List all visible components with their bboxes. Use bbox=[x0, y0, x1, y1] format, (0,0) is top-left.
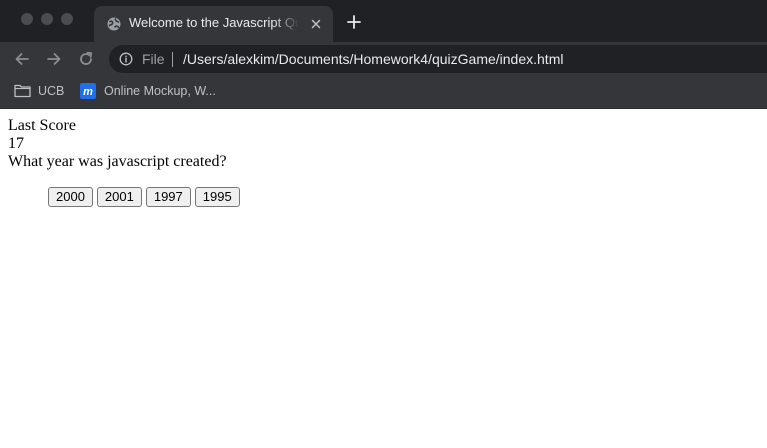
globe-icon bbox=[107, 17, 121, 31]
answer-button-2001[interactable]: 2001 bbox=[96, 187, 142, 207]
folder-icon bbox=[14, 84, 31, 98]
active-tab[interactable]: Welcome to the Javascript Quiz bbox=[94, 6, 333, 42]
new-tab-icon[interactable] bbox=[346, 14, 362, 30]
moqups-icon: m bbox=[80, 83, 96, 99]
browser-window: Welcome to the Javascript Quiz File /Use… bbox=[0, 0, 767, 448]
bookmark-label: Online Mockup, W... bbox=[104, 84, 216, 98]
answer-choices: 2000 2001 1997 1995 bbox=[48, 187, 240, 207]
close-window-button[interactable] bbox=[21, 13, 33, 25]
scheme-label: File bbox=[142, 51, 165, 67]
bookmark-ucb[interactable]: UCB bbox=[14, 82, 66, 100]
answer-button-2000[interactable]: 2000 bbox=[48, 187, 93, 207]
answer-button-1995[interactable]: 1995 bbox=[194, 187, 240, 207]
address-bar[interactable]: File /Users/alexkim/Documents/Homework4/… bbox=[109, 45, 767, 73]
reload-icon[interactable] bbox=[77, 50, 95, 68]
tab-title: Welcome to the Javascript Quiz bbox=[129, 15, 299, 30]
minimize-window-button[interactable] bbox=[41, 13, 53, 25]
forward-arrow-icon[interactable] bbox=[45, 50, 63, 68]
tab-strip: Welcome to the Javascript Quiz bbox=[0, 0, 767, 42]
page-content: Last Score 17 What year was javascript c… bbox=[0, 109, 767, 448]
toolbar: File /Users/alexkim/Documents/Homework4/… bbox=[0, 42, 767, 75]
back-arrow-icon[interactable] bbox=[13, 50, 31, 68]
last-score-value: 17 bbox=[8, 135, 24, 152]
last-score-label: Last Score bbox=[8, 117, 76, 134]
question-text: What year was javascript created? bbox=[8, 153, 227, 170]
url-text[interactable]: /Users/alexkim/Documents/Homework4/quizG… bbox=[183, 51, 563, 67]
info-icon[interactable] bbox=[119, 52, 133, 66]
svg-text:m: m bbox=[83, 86, 93, 98]
address-separator bbox=[172, 52, 173, 67]
bookmark-label: UCB bbox=[38, 84, 65, 98]
close-tab-icon[interactable] bbox=[308, 16, 324, 32]
bookmarks-bar: UCB m Online Mockup, W... bbox=[0, 75, 767, 109]
bookmark-online-mockup[interactable]: m Online Mockup, W... bbox=[80, 82, 220, 100]
answer-button-1997[interactable]: 1997 bbox=[145, 187, 191, 207]
maximize-window-button[interactable] bbox=[61, 13, 73, 25]
